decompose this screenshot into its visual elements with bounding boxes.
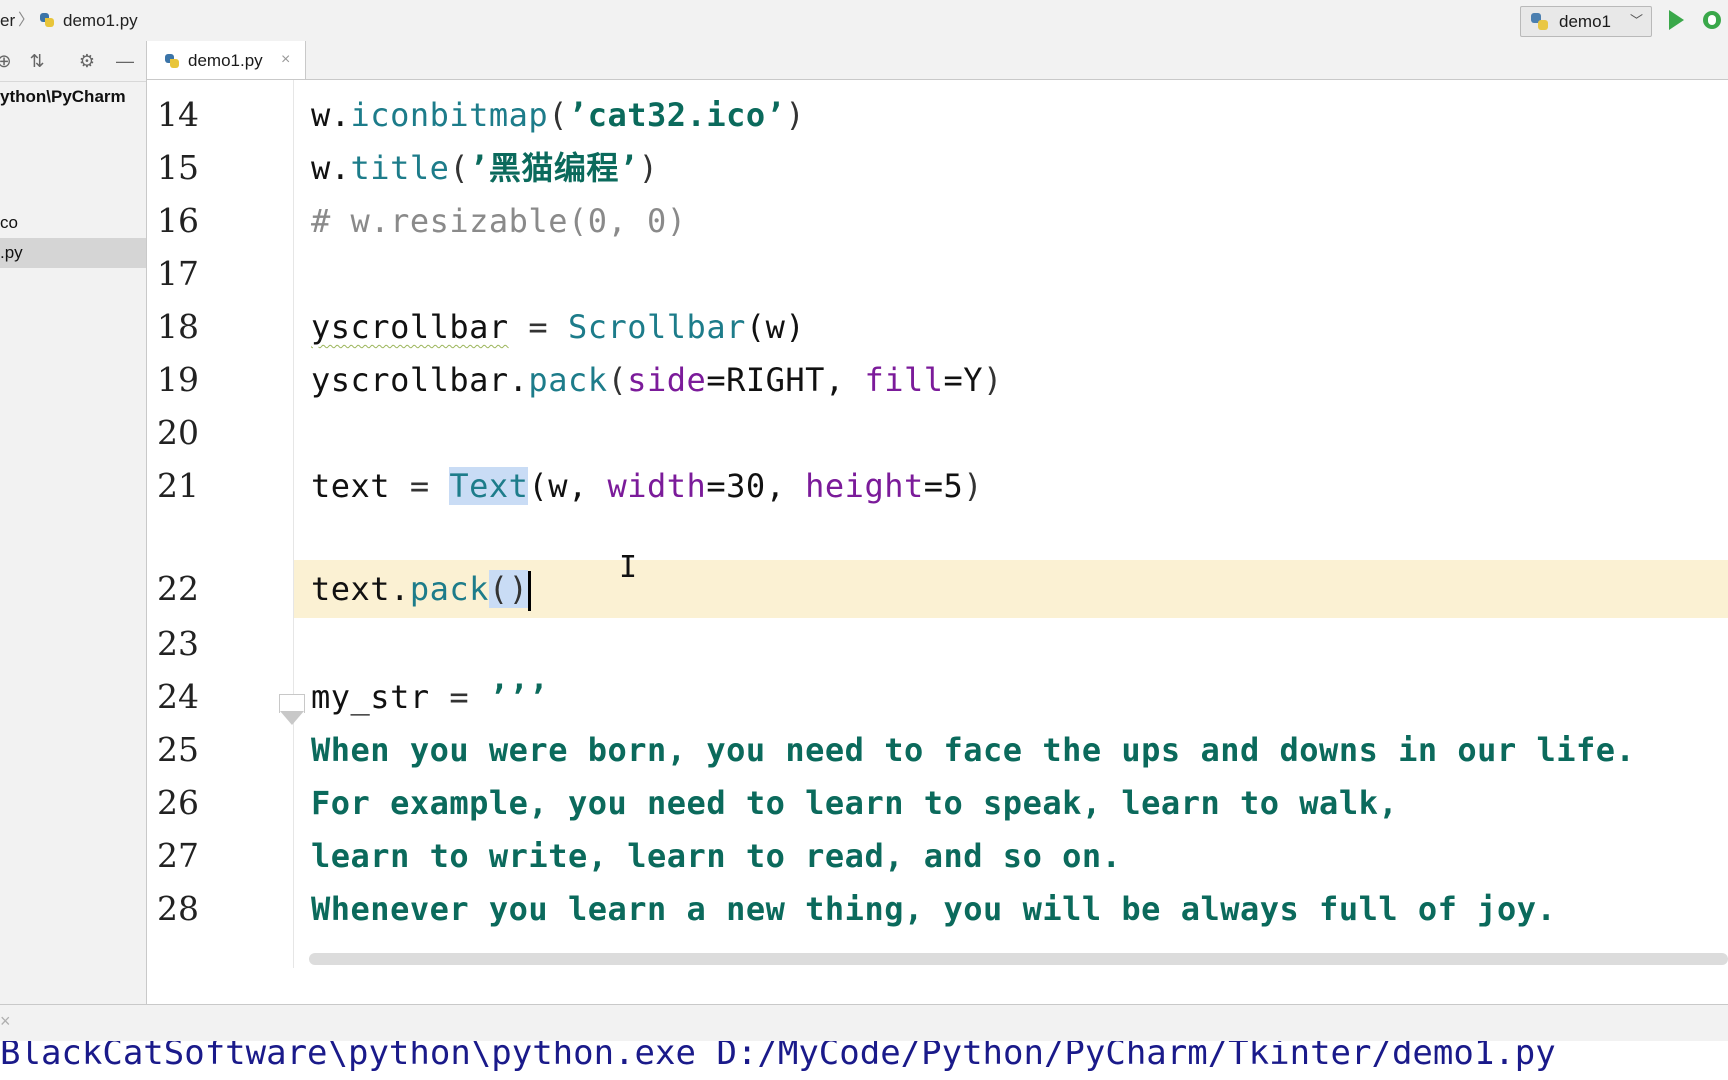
code-line: 24 my_str = ’’’ xyxy=(147,668,1728,726)
line-number: 17 xyxy=(157,254,199,293)
line-number: 24 xyxy=(157,677,199,716)
tab-demo1[interactable]: demo1.py × xyxy=(147,41,306,79)
line-number: 14 xyxy=(157,95,199,134)
code-line: 16 # w.resizable(0, 0) xyxy=(147,192,1728,250)
line-number: 20 xyxy=(157,413,199,452)
python-file-icon xyxy=(39,12,55,29)
line-number: 28 xyxy=(157,889,199,928)
code-string[interactable]: Whenever you learn a new thing, you will… xyxy=(311,880,1556,938)
code-line: 23 xyxy=(147,615,1728,673)
text-caret xyxy=(528,571,532,611)
code-line: 14 w.iconbitmap(’cat32.ico’) xyxy=(147,86,1728,144)
minimize-icon[interactable]: — xyxy=(115,51,135,71)
console-command: BlackCatSoftware\python\python.exe D:/My… xyxy=(0,1041,1556,1073)
code-text[interactable]: yscrollbar.pack(side=RIGHT, fill=Y) xyxy=(311,351,1003,409)
project-toolbar: ⊕ ⇅ ⚙ — xyxy=(0,41,146,82)
line-number: 22 xyxy=(157,569,199,608)
fold-icon[interactable] xyxy=(278,694,306,728)
run-icon[interactable] xyxy=(1669,10,1684,30)
code-comment[interactable]: # w.resizable(0, 0) xyxy=(311,192,687,250)
debug-icon[interactable] xyxy=(1703,11,1721,29)
code-line: 19 yscrollbar.pack(side=RIGHT, fill=Y) xyxy=(147,351,1728,409)
line-number: 15 xyxy=(157,148,199,187)
code-line: 20 xyxy=(147,404,1728,462)
code-line: 25 When you were born, you need to face … xyxy=(147,721,1728,779)
line-number: 26 xyxy=(157,783,199,822)
code-text[interactable]: my_str = ’’’ xyxy=(311,668,548,726)
breadcrumb-file[interactable]: demo1.py xyxy=(63,0,138,41)
code-string[interactable]: When you were born, you need to face the… xyxy=(311,721,1635,779)
run-panel-header: × xyxy=(0,1004,1728,1042)
line-number: 23 xyxy=(157,624,199,663)
run-console[interactable]: BlackCatSoftware\python\python.exe D:/My… xyxy=(0,1041,1728,1080)
code-text[interactable]: w.iconbitmap(’cat32.ico’) xyxy=(311,86,805,144)
code-line-current: 22 text.pack() xyxy=(147,560,1728,618)
run-configuration-label: demo1 xyxy=(1559,12,1611,31)
close-icon[interactable]: × xyxy=(0,1011,11,1032)
text-cursor-icon: I xyxy=(619,550,638,585)
line-number: 16 xyxy=(157,201,199,240)
project-panel: ⊕ ⇅ ⚙ — ython\PyCharm co .py xyxy=(0,41,147,1004)
code-string[interactable]: learn to write, learn to read, and so on… xyxy=(311,827,1121,885)
gear-icon[interactable]: ⚙ xyxy=(77,51,97,71)
tab-label: demo1.py xyxy=(188,51,263,70)
code-line: 27 learn to write, learn to read, and so… xyxy=(147,827,1728,885)
locate-icon[interactable]: ⊕ xyxy=(0,51,14,71)
breadcrumb-separator: 〉 xyxy=(18,12,35,29)
project-root[interactable]: ython\PyCharm xyxy=(0,87,126,107)
editor-tabs: demo1.py × xyxy=(147,41,1728,80)
code-line: 21 text = Text(w, width=30, height=5) xyxy=(147,457,1728,515)
breadcrumb-parent[interactable]: er xyxy=(0,0,15,41)
line-number: 25 xyxy=(157,730,199,769)
code-line: 17 xyxy=(147,245,1728,303)
code-line: 15 w.title(’黑猫编程’) xyxy=(147,139,1728,197)
run-configuration-select[interactable]: demo1 ﹀ xyxy=(1520,6,1652,37)
project-item[interactable]: co xyxy=(0,213,18,233)
line-number: 19 xyxy=(157,360,199,399)
navigation-bar: er 〉 demo1.py demo1 ﹀ xyxy=(0,0,1728,42)
code-line: 26 For example, you need to learn to spe… xyxy=(147,774,1728,832)
python-file-icon xyxy=(164,53,180,70)
code-editor[interactable]: 14 w.iconbitmap(’cat32.ico’) 15 w.title(… xyxy=(147,80,1728,968)
project-item-selected[interactable]: .py xyxy=(0,243,23,263)
code-text[interactable]: w.title(’黑猫编程’) xyxy=(311,139,658,197)
code-text[interactable]: text = Text(w, width=30, height=5) xyxy=(311,457,983,515)
code-line: 28 Whenever you learn a new thing, you w… xyxy=(147,880,1728,938)
python-file-icon xyxy=(1531,13,1549,31)
code-text[interactable]: text.pack() xyxy=(311,560,532,618)
close-icon[interactable]: × xyxy=(281,41,290,79)
code-string[interactable]: For example, you need to learn to speak,… xyxy=(311,774,1398,832)
code-text[interactable]: yscrollbar = Scrollbar(w) xyxy=(311,298,805,356)
chevron-down-icon: ﹀ xyxy=(1629,13,1643,28)
code-line: 18 yscrollbar = Scrollbar(w) xyxy=(147,298,1728,356)
line-number: 21 xyxy=(157,466,199,505)
collapse-icon[interactable]: ⇅ xyxy=(27,51,47,71)
line-number: 27 xyxy=(157,836,199,875)
horizontal-scrollbar[interactable] xyxy=(309,953,1728,965)
line-number: 18 xyxy=(157,307,199,346)
